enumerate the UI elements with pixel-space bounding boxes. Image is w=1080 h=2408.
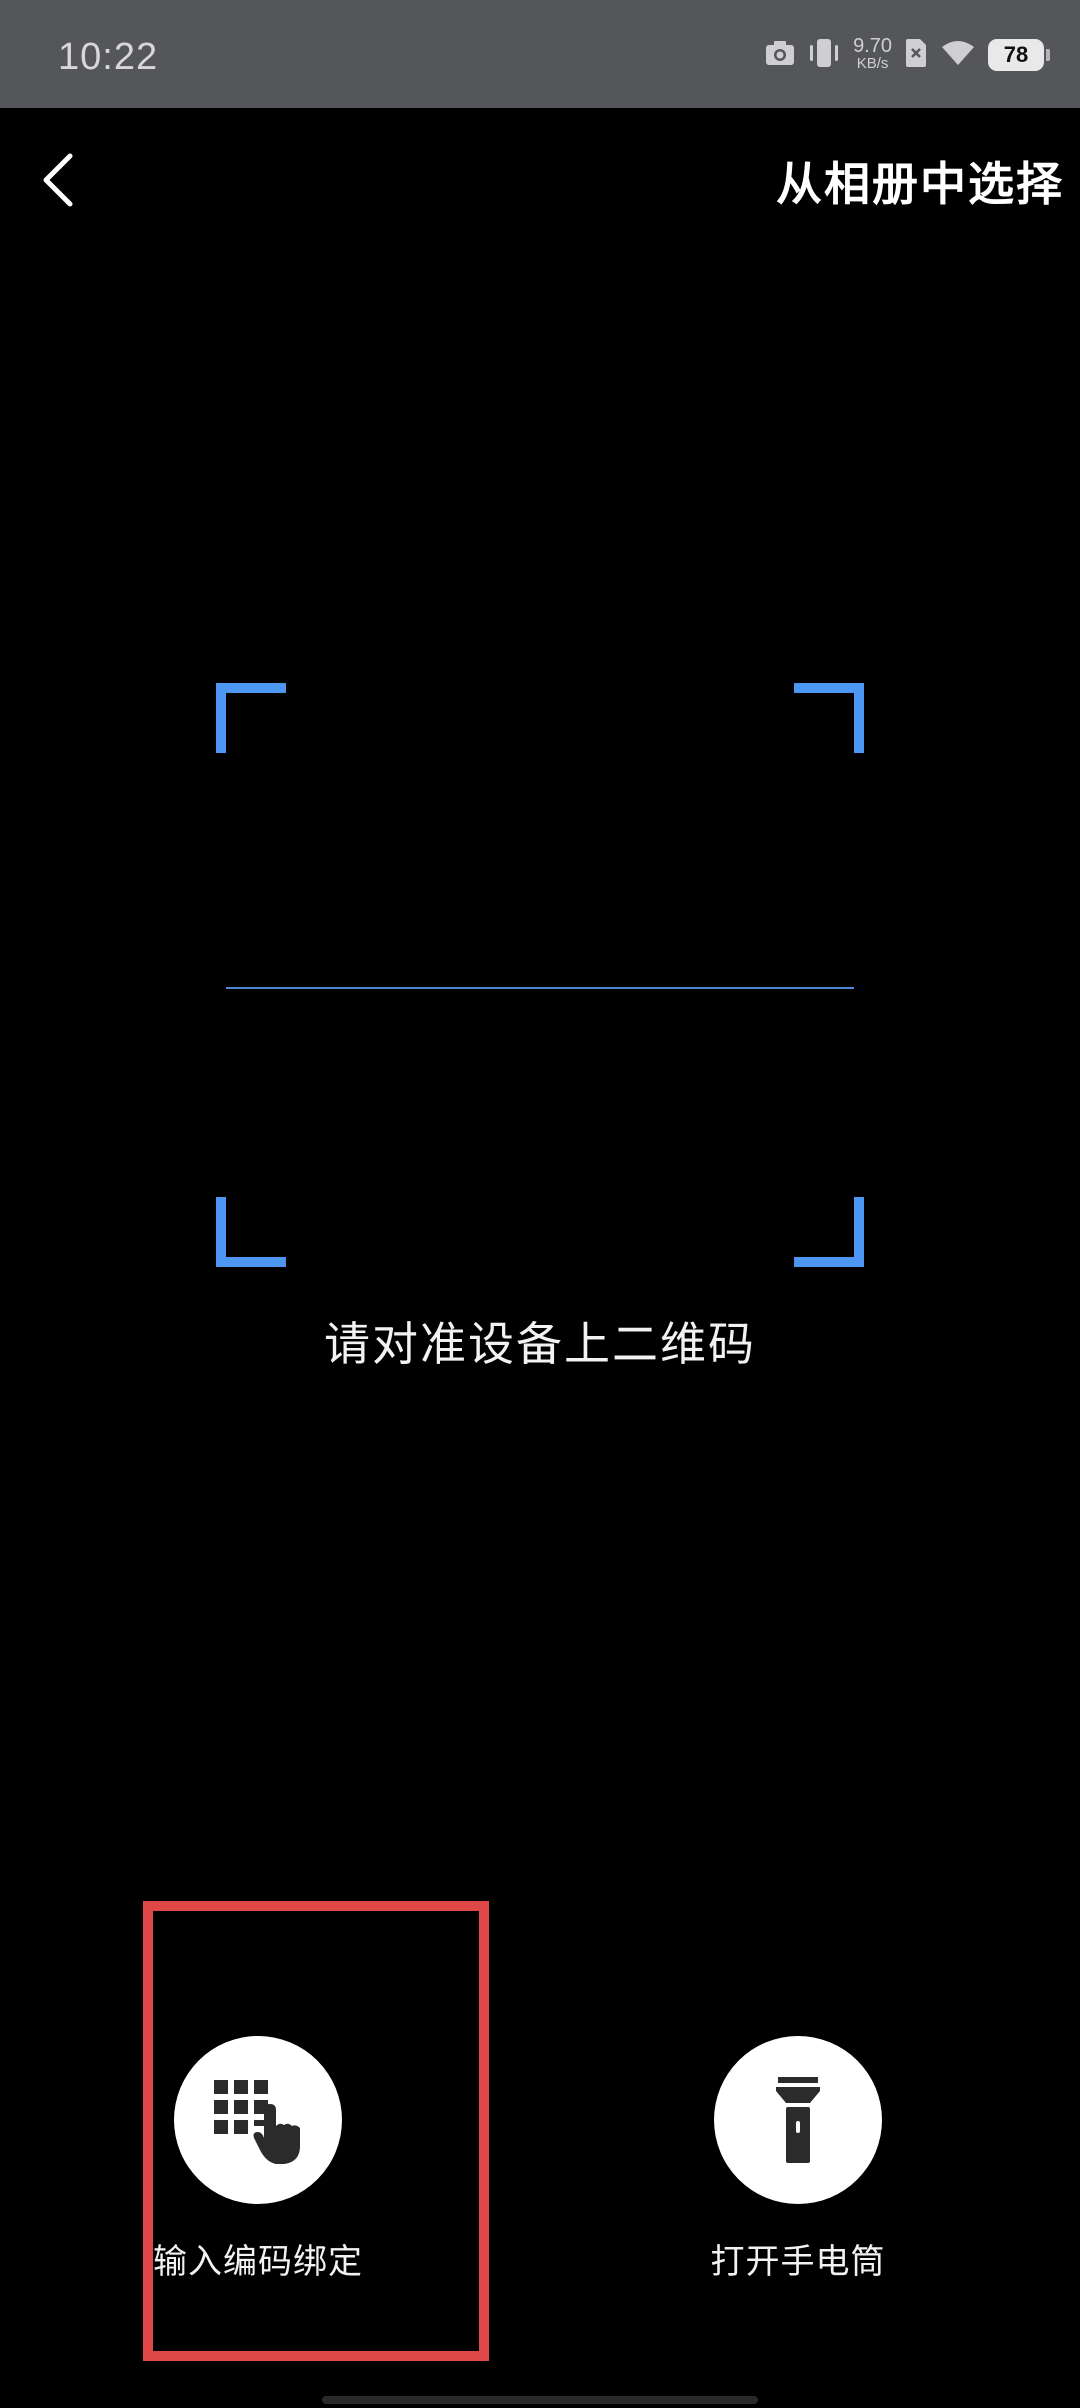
scan-corner-top-left bbox=[216, 683, 286, 753]
status-time: 10:22 bbox=[58, 36, 159, 78]
scan-frame bbox=[216, 683, 864, 1267]
camera-icon bbox=[765, 40, 795, 70]
scan-corner-top-right bbox=[794, 683, 864, 753]
flashlight-icon bbox=[776, 2077, 820, 2163]
battery-icon: 78 bbox=[988, 39, 1050, 71]
scan-line bbox=[226, 987, 854, 989]
flashlight-circle[interactable] bbox=[714, 2036, 882, 2204]
chevron-left-icon bbox=[43, 153, 73, 207]
scan-hint: 请对准设备上二维码 bbox=[324, 1317, 756, 1371]
network-speed: 9.70 KB/s bbox=[853, 35, 892, 73]
scan-corner-bottom-right bbox=[794, 1197, 864, 1267]
network-speed-unit: KB/s bbox=[856, 55, 889, 72]
status-icons: 9.70 KB/s 78 bbox=[765, 35, 1050, 74]
scan-corner-bottom-left bbox=[216, 1197, 286, 1267]
vibrate-icon bbox=[807, 37, 841, 73]
back-button[interactable] bbox=[30, 140, 90, 220]
highlight-box bbox=[143, 1901, 489, 2361]
flashlight-label: 打开手电筒 bbox=[710, 2242, 886, 2282]
select-from-album-button[interactable]: 从相册中选择 bbox=[776, 148, 1064, 214]
home-indicator[interactable] bbox=[322, 2396, 758, 2404]
sim-off-icon bbox=[904, 38, 928, 72]
flashlight-button[interactable]: 打开手电筒 bbox=[668, 2036, 928, 2283]
battery-level: 78 bbox=[1003, 42, 1029, 67]
wifi-icon bbox=[940, 39, 976, 71]
status-bar: 10:22 9.70 KB/s 78 bbox=[0, 0, 1080, 108]
network-speed-value: 9.70 bbox=[853, 35, 892, 57]
